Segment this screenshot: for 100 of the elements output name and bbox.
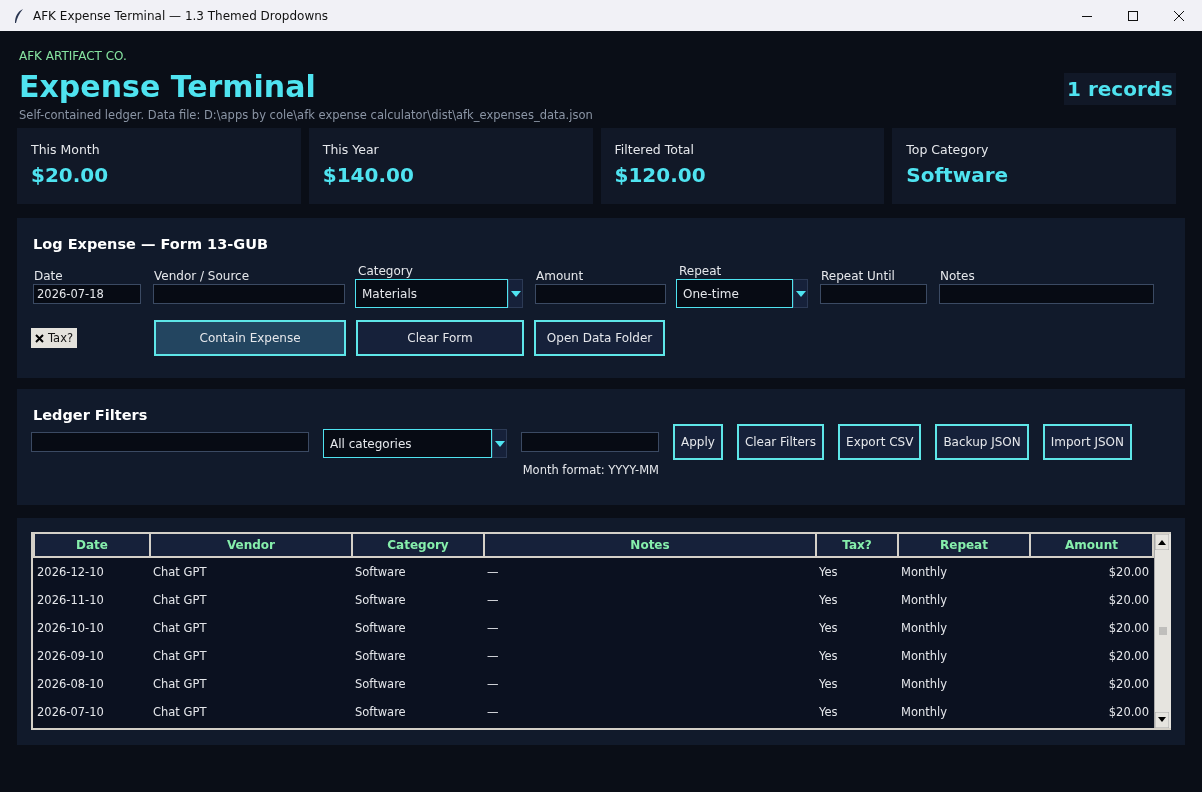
table-cell-text: 2026-08-10 (36, 676, 105, 693)
table-cell-text: Monthly (900, 676, 949, 693)
table-cell-text: 2026-09-10 (36, 648, 105, 665)
app-title: Expense Terminal (19, 69, 317, 105)
table-cell-text: Software (354, 648, 407, 665)
record-count-badge: 1 records (1064, 73, 1176, 105)
table-cell-text: Yes (818, 676, 839, 693)
table-cell: Software (352, 557, 484, 586)
filter-button[interactable]: Apply (673, 424, 723, 460)
table-cell-text: $20.00 (1107, 592, 1150, 609)
column-header[interactable]: Date (34, 534, 150, 557)
table-cell-text: Chat GPT (152, 592, 208, 609)
input-field[interactable] (939, 284, 1154, 304)
field-label: Category (358, 264, 414, 278)
table-cell-text: Chat GPT (152, 648, 208, 665)
panel-title: Log Expense — Form 13-GUB (33, 236, 269, 252)
table-cell-text: 2026-10-10 (36, 620, 105, 637)
table-cell-text: Monthly (900, 704, 949, 721)
table-cell-text: $20.00 (1107, 648, 1150, 665)
table-cell-text: Monthly (900, 592, 949, 609)
scrollbar[interactable] (1154, 534, 1171, 728)
scroll-thumb-grip-icon (1156, 627, 1170, 635)
table-cell-text: — (486, 704, 500, 721)
action-button[interactable]: Open Data Folder (534, 320, 666, 356)
checkbox[interactable] (34, 332, 45, 344)
caret-icon (510, 290, 521, 297)
table-cell-text: Software (354, 592, 407, 609)
caret-icon (494, 440, 505, 447)
table-cell-text: $20.00 (1107, 676, 1150, 693)
stat-label: Filtered Total (614, 142, 695, 157)
maximize-icon (1128, 10, 1138, 21)
table-cell-text: $20.00 (1107, 620, 1150, 637)
stat-value: $120.00 (614, 163, 707, 187)
input-field[interactable]: 2026-07-18 (33, 284, 141, 304)
table-cell-text: Yes (818, 620, 839, 637)
table-cell-text: — (486, 648, 500, 665)
column-header[interactable]: Amount (1030, 534, 1153, 557)
input-field[interactable] (153, 284, 345, 304)
field-label: Date (34, 269, 64, 283)
column-header[interactable]: Repeat (898, 534, 1030, 557)
stat-value: Software (906, 163, 1010, 187)
input-field[interactable] (31, 432, 309, 452)
stat-value: $140.00 (322, 163, 415, 187)
table-cell-text: — (486, 620, 500, 637)
cross-icon (35, 333, 44, 343)
panel-title: Ledger Filters (33, 407, 149, 423)
action-button[interactable]: Contain Expense (154, 320, 347, 356)
field-label: Repeat (679, 264, 723, 278)
column-header[interactable]: Tax? (816, 534, 898, 557)
table-cell-text: Monthly (900, 620, 949, 637)
table-cell-text: Chat GPT (152, 676, 208, 693)
field-label: Vendor / Source (154, 269, 251, 283)
field-label: Amount (536, 269, 585, 283)
input-field[interactable] (521, 432, 659, 452)
table-cell: Yes (816, 557, 898, 586)
table-cell-text: 2026-11-10 (36, 592, 105, 609)
table-cell-text: — (486, 592, 500, 609)
table-cell-text: Software (354, 620, 407, 637)
action-button[interactable]: Clear Form (356, 320, 525, 356)
filter-button[interactable]: Export CSV (838, 424, 922, 460)
table-cell-text: Chat GPT (152, 620, 208, 637)
scroll-up-icon[interactable] (1155, 534, 1169, 550)
feather-icon (13, 7, 25, 24)
table-cell-text: Monthly (900, 648, 949, 665)
column-header[interactable]: Notes (484, 534, 816, 557)
table-cell: $20.00 (1030, 557, 1153, 586)
stat-value: $20.00 (31, 163, 110, 187)
table-cell-text: Software (354, 704, 407, 721)
table-cell-text: Software (354, 676, 407, 693)
stat-label: Top Category (906, 142, 990, 157)
table-cell-text: Yes (818, 704, 839, 721)
caret-icon (795, 290, 806, 297)
table-cell-text: Chat GPT (152, 704, 208, 721)
field-label: Repeat Until (821, 269, 896, 283)
table-cell-text: — (486, 676, 500, 693)
input-field[interactable] (820, 284, 927, 304)
field-label: Notes (940, 269, 976, 283)
table-cell: Monthly (898, 557, 1030, 586)
column-header[interactable]: Vendor (150, 534, 352, 557)
subtitle: Self-contained ledger. Data file: D:\apps by cole\afk expense calculator\dist\afk_expenses_data.json (19, 108, 593, 122)
close-icon (1174, 10, 1184, 21)
filter-button[interactable]: Backup JSON (935, 424, 1029, 460)
filter-button[interactable]: Import JSON (1042, 424, 1132, 460)
tax-checkbox[interactable]: Tax? (31, 328, 78, 348)
input-field[interactable] (535, 284, 666, 304)
format-hint: Month format: YYYY-MM (521, 463, 659, 477)
table-cell-text: Yes (818, 648, 839, 665)
table-cell-text: $20.00 (1107, 704, 1150, 721)
scroll-down-icon[interactable] (1155, 712, 1169, 728)
column-header[interactable]: Category (352, 534, 484, 557)
stat-label: This Year (322, 142, 380, 157)
brand-label: AFK ARTIFACT CO. (19, 49, 128, 63)
table-cell-text: Yes (818, 592, 839, 609)
table-cell: 2026-12-10 (34, 557, 150, 586)
filter-button[interactable]: Clear Filters (736, 424, 825, 460)
table-cell-text: 2026-07-10 (36, 704, 105, 721)
table-cell: Chat GPT (150, 557, 352, 586)
stat-label: This Month (31, 142, 101, 157)
window-title: AFK Expense Terminal — 1.3 Themed Dropdowns (33, 8, 330, 23)
table-cell: — (484, 557, 816, 586)
